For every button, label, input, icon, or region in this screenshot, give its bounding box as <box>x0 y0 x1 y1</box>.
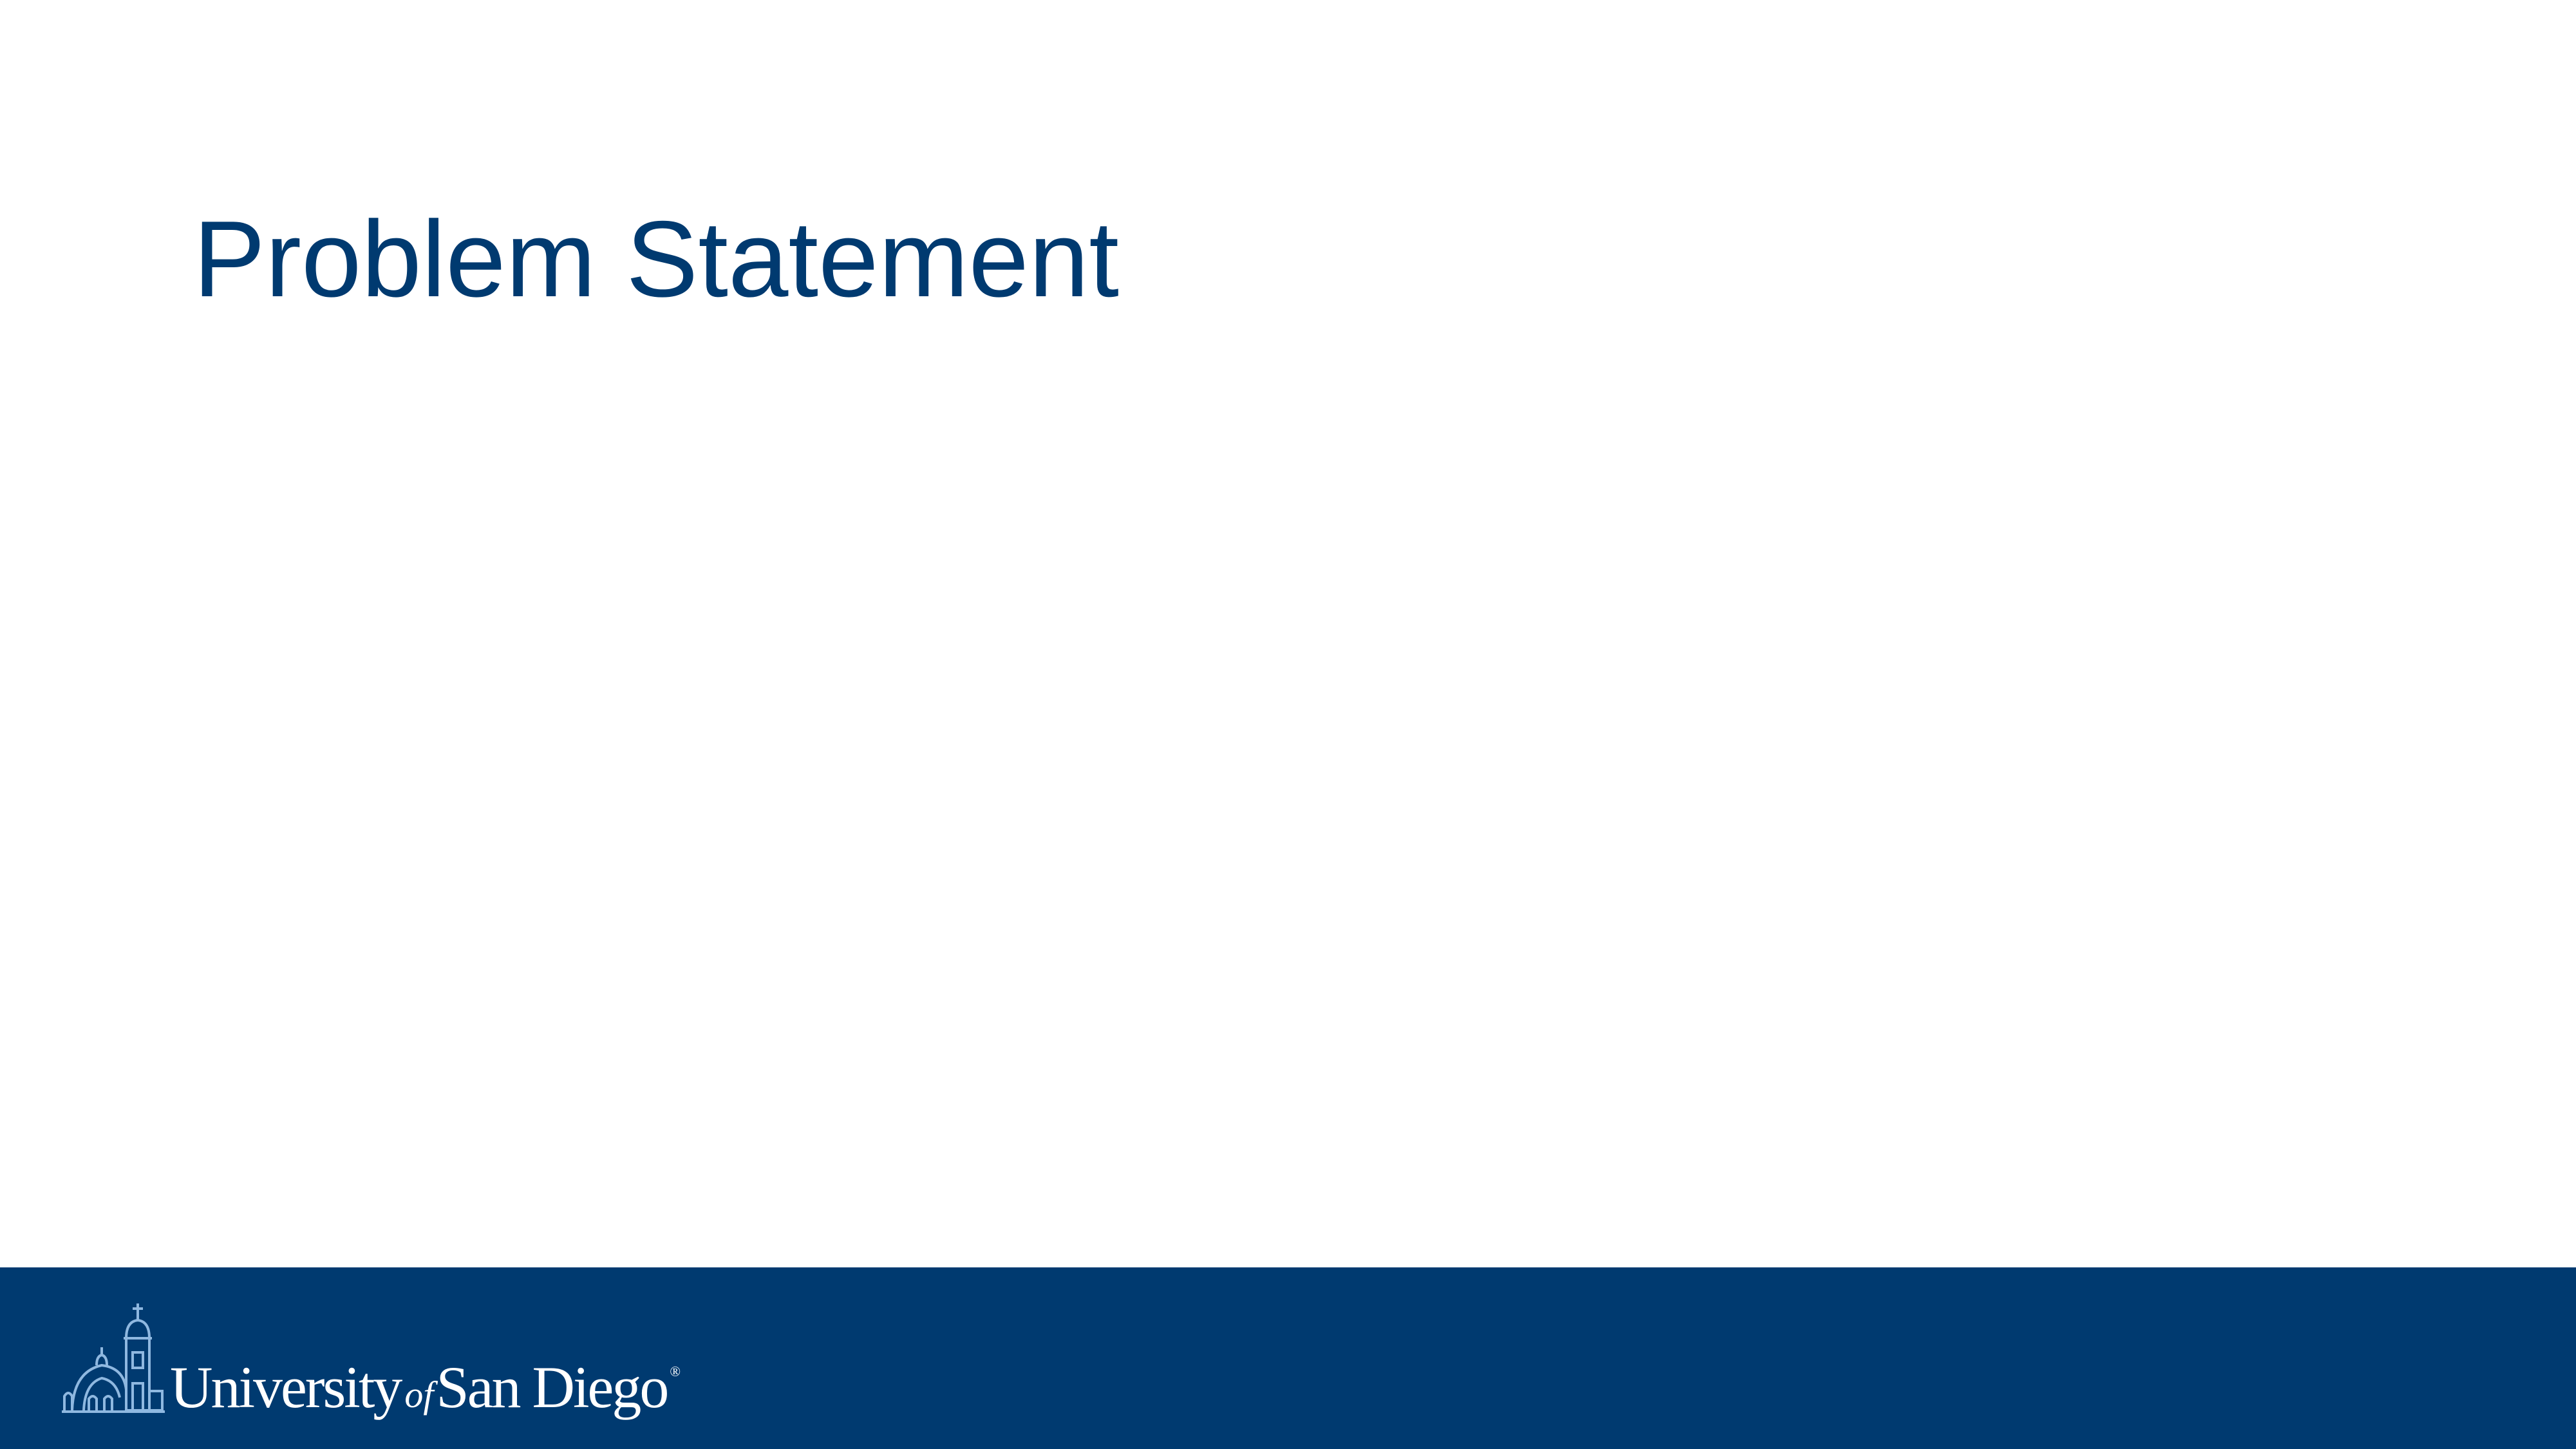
slide: Problem Statement University ofSan Diego… <box>0 0 2576 1449</box>
wordmark-of: of <box>404 1374 434 1416</box>
mission-tower-icon <box>62 1303 165 1413</box>
wordmark-university: University <box>170 1354 402 1420</box>
registered-mark: ® <box>670 1363 681 1379</box>
wordmark-san-diego: San Diego <box>436 1354 670 1420</box>
slide-title: Problem Statement <box>193 198 1120 319</box>
university-wordmark: University ofSan Diego ® <box>170 1358 681 1417</box>
university-logo: University ofSan Diego ® <box>62 1301 681 1430</box>
